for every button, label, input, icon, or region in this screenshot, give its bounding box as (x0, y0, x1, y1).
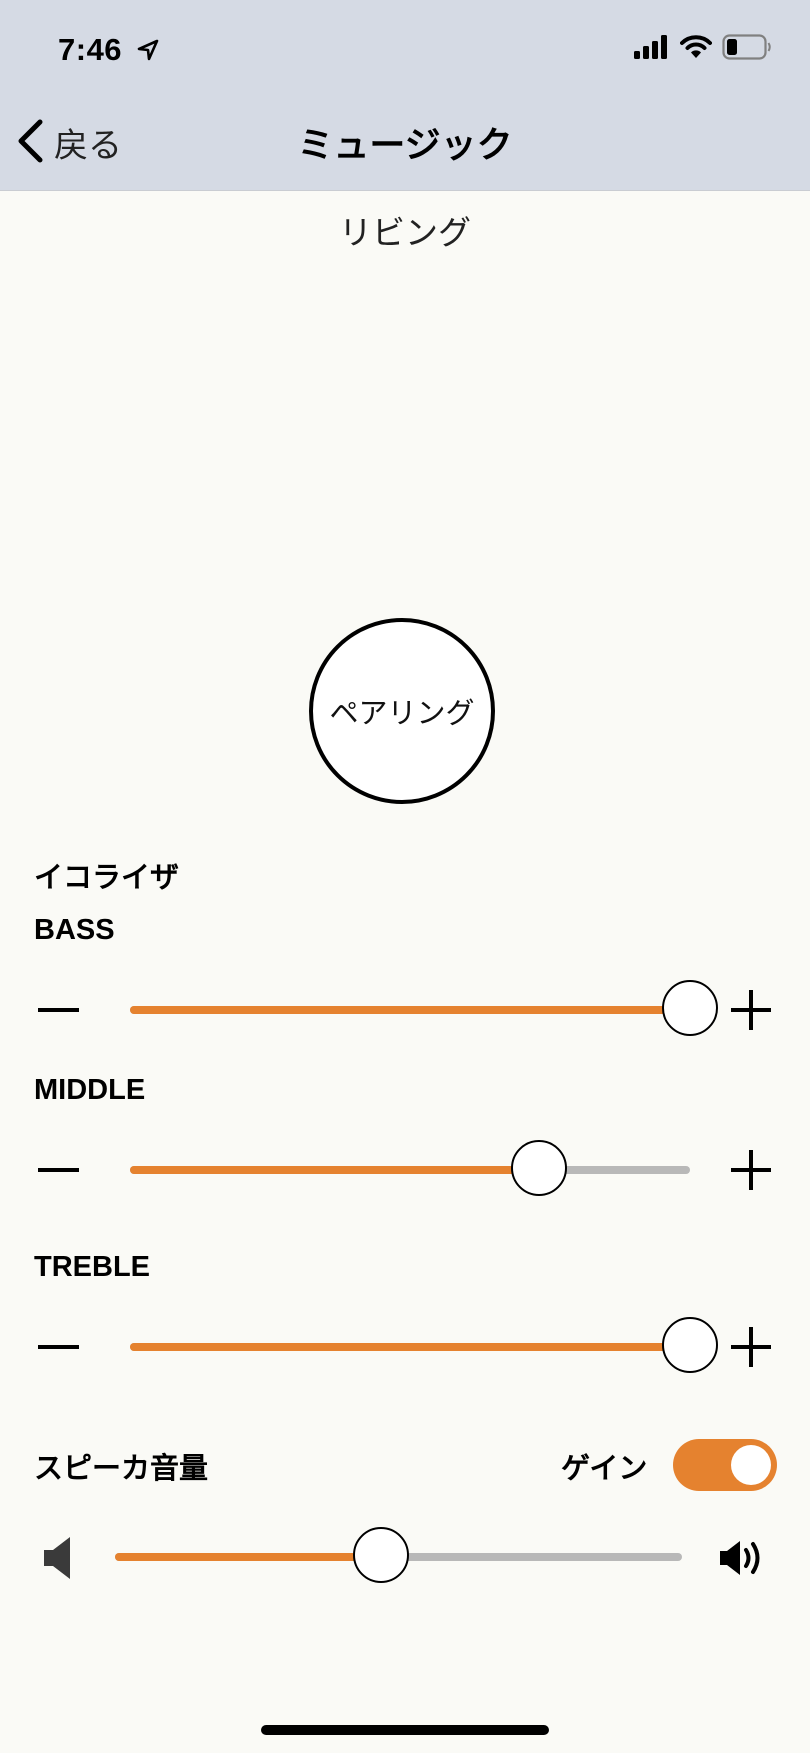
treble-plus-button[interactable] (731, 1327, 771, 1367)
slider-knob[interactable] (662, 980, 718, 1036)
gain-toggle[interactable] (673, 1439, 777, 1491)
slider-fill (130, 1166, 539, 1174)
gain-label: ゲイン (561, 1451, 648, 1485)
top-bar: 7:46 戻る ミュージック (0, 0, 810, 191)
room-name: リビング (339, 213, 471, 252)
home-indicator[interactable] (261, 1725, 549, 1735)
bass-slider[interactable] (130, 980, 718, 1040)
battery-icon (722, 34, 772, 64)
treble-slider[interactable] (130, 1317, 718, 1377)
middle-minus-button[interactable] (38, 1168, 79, 1172)
speaker-volume-slider[interactable] (115, 1527, 682, 1587)
wifi-icon (680, 35, 712, 63)
equalizer-title: イコライザ (34, 860, 180, 894)
slider-fill (130, 1006, 690, 1014)
toggle-knob (731, 1445, 771, 1485)
slider-fill (115, 1553, 382, 1561)
pairing-button[interactable]: ペアリング (309, 618, 495, 804)
cellular-signal-icon (634, 35, 670, 63)
slider-knob[interactable] (510, 1140, 567, 1196)
bass-label: BASS (34, 914, 115, 946)
page-title: ミュージック (297, 125, 513, 166)
status-icons (634, 34, 772, 64)
speaker-volume-title: スピーカ音量 (34, 1451, 209, 1485)
slider-fill (130, 1343, 690, 1351)
slider-knob[interactable] (353, 1527, 410, 1583)
bass-plus-button[interactable] (731, 990, 771, 1030)
treble-label: TREBLE (34, 1251, 150, 1283)
status-time: 7:46 (58, 32, 123, 67)
middle-slider[interactable] (130, 1140, 690, 1200)
location-arrow-icon (136, 38, 160, 66)
bass-minus-button[interactable] (38, 1008, 79, 1012)
speaker-high-icon (718, 1537, 770, 1583)
pairing-button-label: ペアリング (329, 696, 475, 730)
middle-label: MIDDLE (34, 1074, 146, 1106)
middle-plus-button[interactable] (731, 1150, 771, 1190)
speaker-low-icon (42, 1537, 72, 1583)
treble-minus-button[interactable] (38, 1345, 79, 1349)
slider-knob[interactable] (662, 1317, 718, 1373)
